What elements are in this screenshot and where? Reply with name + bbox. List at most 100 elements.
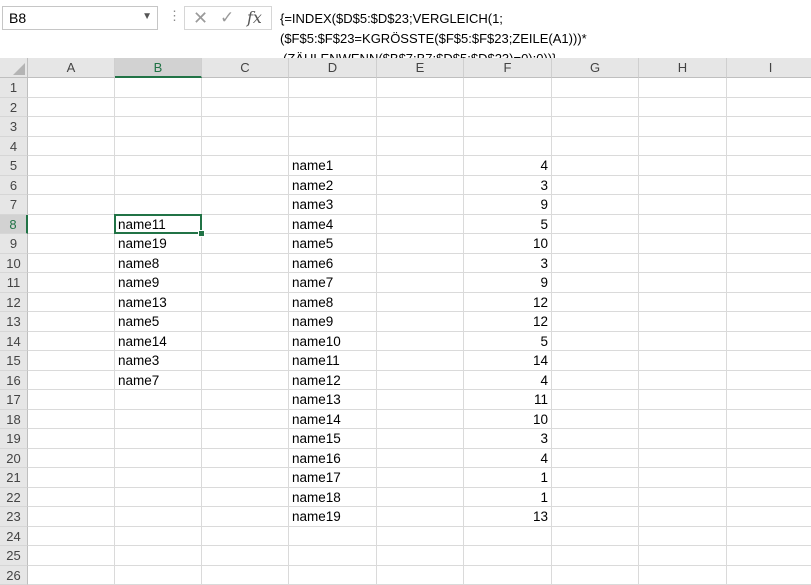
cell-d11[interactable]: name7 [292,273,333,292]
cell-f7[interactable]: 9 [464,195,548,214]
cell-d18[interactable]: name14 [292,410,341,429]
row-header-18[interactable]: 18 [0,410,28,430]
chevron-down-icon[interactable]: ▼ [142,11,152,22]
cell-f13[interactable]: 12 [464,312,548,331]
gridline-horizontal [28,116,811,117]
column-header-b[interactable]: B [115,58,202,78]
cell-f16[interactable]: 4 [464,371,548,390]
cell-f17[interactable]: 11 [464,390,548,409]
cell-f15[interactable]: 14 [464,351,548,370]
close-icon[interactable]: ✕ [193,8,208,29]
cell-b12[interactable]: name13 [118,293,167,312]
active-cell-selection[interactable] [114,214,202,235]
fill-handle[interactable] [198,230,205,237]
name-box[interactable]: B8 ▼ [2,6,158,30]
row-header-17[interactable]: 17 [0,390,28,410]
cell-f19[interactable]: 3 [464,429,548,448]
row-header-15[interactable]: 15 [0,351,28,371]
row-header-9[interactable]: 9 [0,234,28,254]
column-header-d[interactable]: D [289,58,377,78]
more-options-icon[interactable]: ⋮ [168,8,181,24]
cell-d14[interactable]: name10 [292,332,341,351]
cell-d13[interactable]: name9 [292,312,333,331]
cell-f14[interactable]: 5 [464,332,548,351]
row-header-26[interactable]: 26 [0,566,28,585]
cell-d12[interactable]: name8 [292,293,333,312]
check-icon[interactable]: ✓ [220,8,234,28]
row-header-22[interactable]: 22 [0,488,28,508]
row-header-10[interactable]: 10 [0,254,28,274]
row-header-14[interactable]: 14 [0,332,28,352]
row-header-1[interactable]: 1 [0,78,28,98]
select-all-corner[interactable] [0,58,28,78]
column-header-i[interactable]: I [727,58,811,78]
gridline-horizontal [28,194,811,195]
cell-f5[interactable]: 4 [464,156,548,175]
row-header-11[interactable]: 11 [0,273,28,293]
row-header-3[interactable]: 3 [0,117,28,137]
cell-d5[interactable]: name1 [292,156,333,175]
cell-d20[interactable]: name16 [292,449,341,468]
column-header-g[interactable]: G [552,58,639,78]
cell-f12[interactable]: 12 [464,293,548,312]
cell-f11[interactable]: 9 [464,273,548,292]
row-header-4[interactable]: 4 [0,137,28,157]
cell-d10[interactable]: name6 [292,254,333,273]
cell-b14[interactable]: name14 [118,332,167,351]
cell-b15[interactable]: name3 [118,351,159,370]
cell-b11[interactable]: name9 [118,273,159,292]
cell-f22[interactable]: 1 [464,488,548,507]
cell-d15[interactable]: name11 [292,351,340,370]
cell-d19[interactable]: name15 [292,429,341,448]
row-header-5[interactable]: 5 [0,156,28,176]
row-header-19[interactable]: 19 [0,429,28,449]
row-header-20[interactable]: 20 [0,449,28,469]
gridline-horizontal [28,428,811,429]
cell-f18[interactable]: 10 [464,410,548,429]
row-header-7[interactable]: 7 [0,195,28,215]
cell-d8[interactable]: name4 [292,215,333,234]
column-header-h[interactable]: H [639,58,727,78]
row-header-24[interactable]: 24 [0,527,28,547]
row-header-25[interactable]: 25 [0,546,28,566]
column-header-a[interactable]: A [28,58,115,78]
cell-d21[interactable]: name17 [292,468,341,487]
cell-f20[interactable]: 4 [464,449,548,468]
gridline-horizontal [28,448,811,449]
gridline-horizontal [28,155,811,156]
row-header-21[interactable]: 21 [0,468,28,488]
gridline-horizontal [28,506,811,507]
cell-b10[interactable]: name8 [118,254,159,273]
cell-b13[interactable]: name5 [118,312,159,331]
column-header-c[interactable]: C [202,58,289,78]
cell-d6[interactable]: name2 [292,176,333,195]
cell-d7[interactable]: name3 [292,195,333,214]
formula-bar: B8 ▼ ⋮ ✕ ✓ fx {=INDEX($D$5:$D$23;VERGLEI… [0,0,811,59]
cell-f10[interactable]: 3 [464,254,548,273]
row-header-16[interactable]: 16 [0,371,28,391]
row-header-13[interactable]: 13 [0,312,28,332]
gridline-horizontal [28,97,811,98]
cell-d22[interactable]: name18 [292,488,341,507]
cell-f9[interactable]: 10 [464,234,548,253]
cell-d23[interactable]: name19 [292,507,341,526]
row-header-8[interactable]: 8 [0,215,28,235]
cell-f21[interactable]: 1 [464,468,548,487]
cell-d17[interactable]: name13 [292,390,341,409]
cell-f8[interactable]: 5 [464,215,548,234]
row-header-12[interactable]: 12 [0,293,28,313]
cell-f6[interactable]: 3 [464,176,548,195]
gridline-horizontal [28,565,811,566]
column-header-e[interactable]: E [377,58,464,78]
cell-d9[interactable]: name5 [292,234,333,253]
cell-b9[interactable]: name19 [118,234,167,253]
row-header-6[interactable]: 6 [0,176,28,196]
cell-d16[interactable]: name12 [292,371,341,390]
gridline-horizontal [28,526,811,527]
column-header-f[interactable]: F [464,58,552,78]
row-header-2[interactable]: 2 [0,98,28,118]
cell-f23[interactable]: 13 [464,507,548,526]
insert-function-icon[interactable]: fx [247,8,262,27]
row-header-23[interactable]: 23 [0,507,28,527]
cell-b16[interactable]: name7 [118,371,159,390]
